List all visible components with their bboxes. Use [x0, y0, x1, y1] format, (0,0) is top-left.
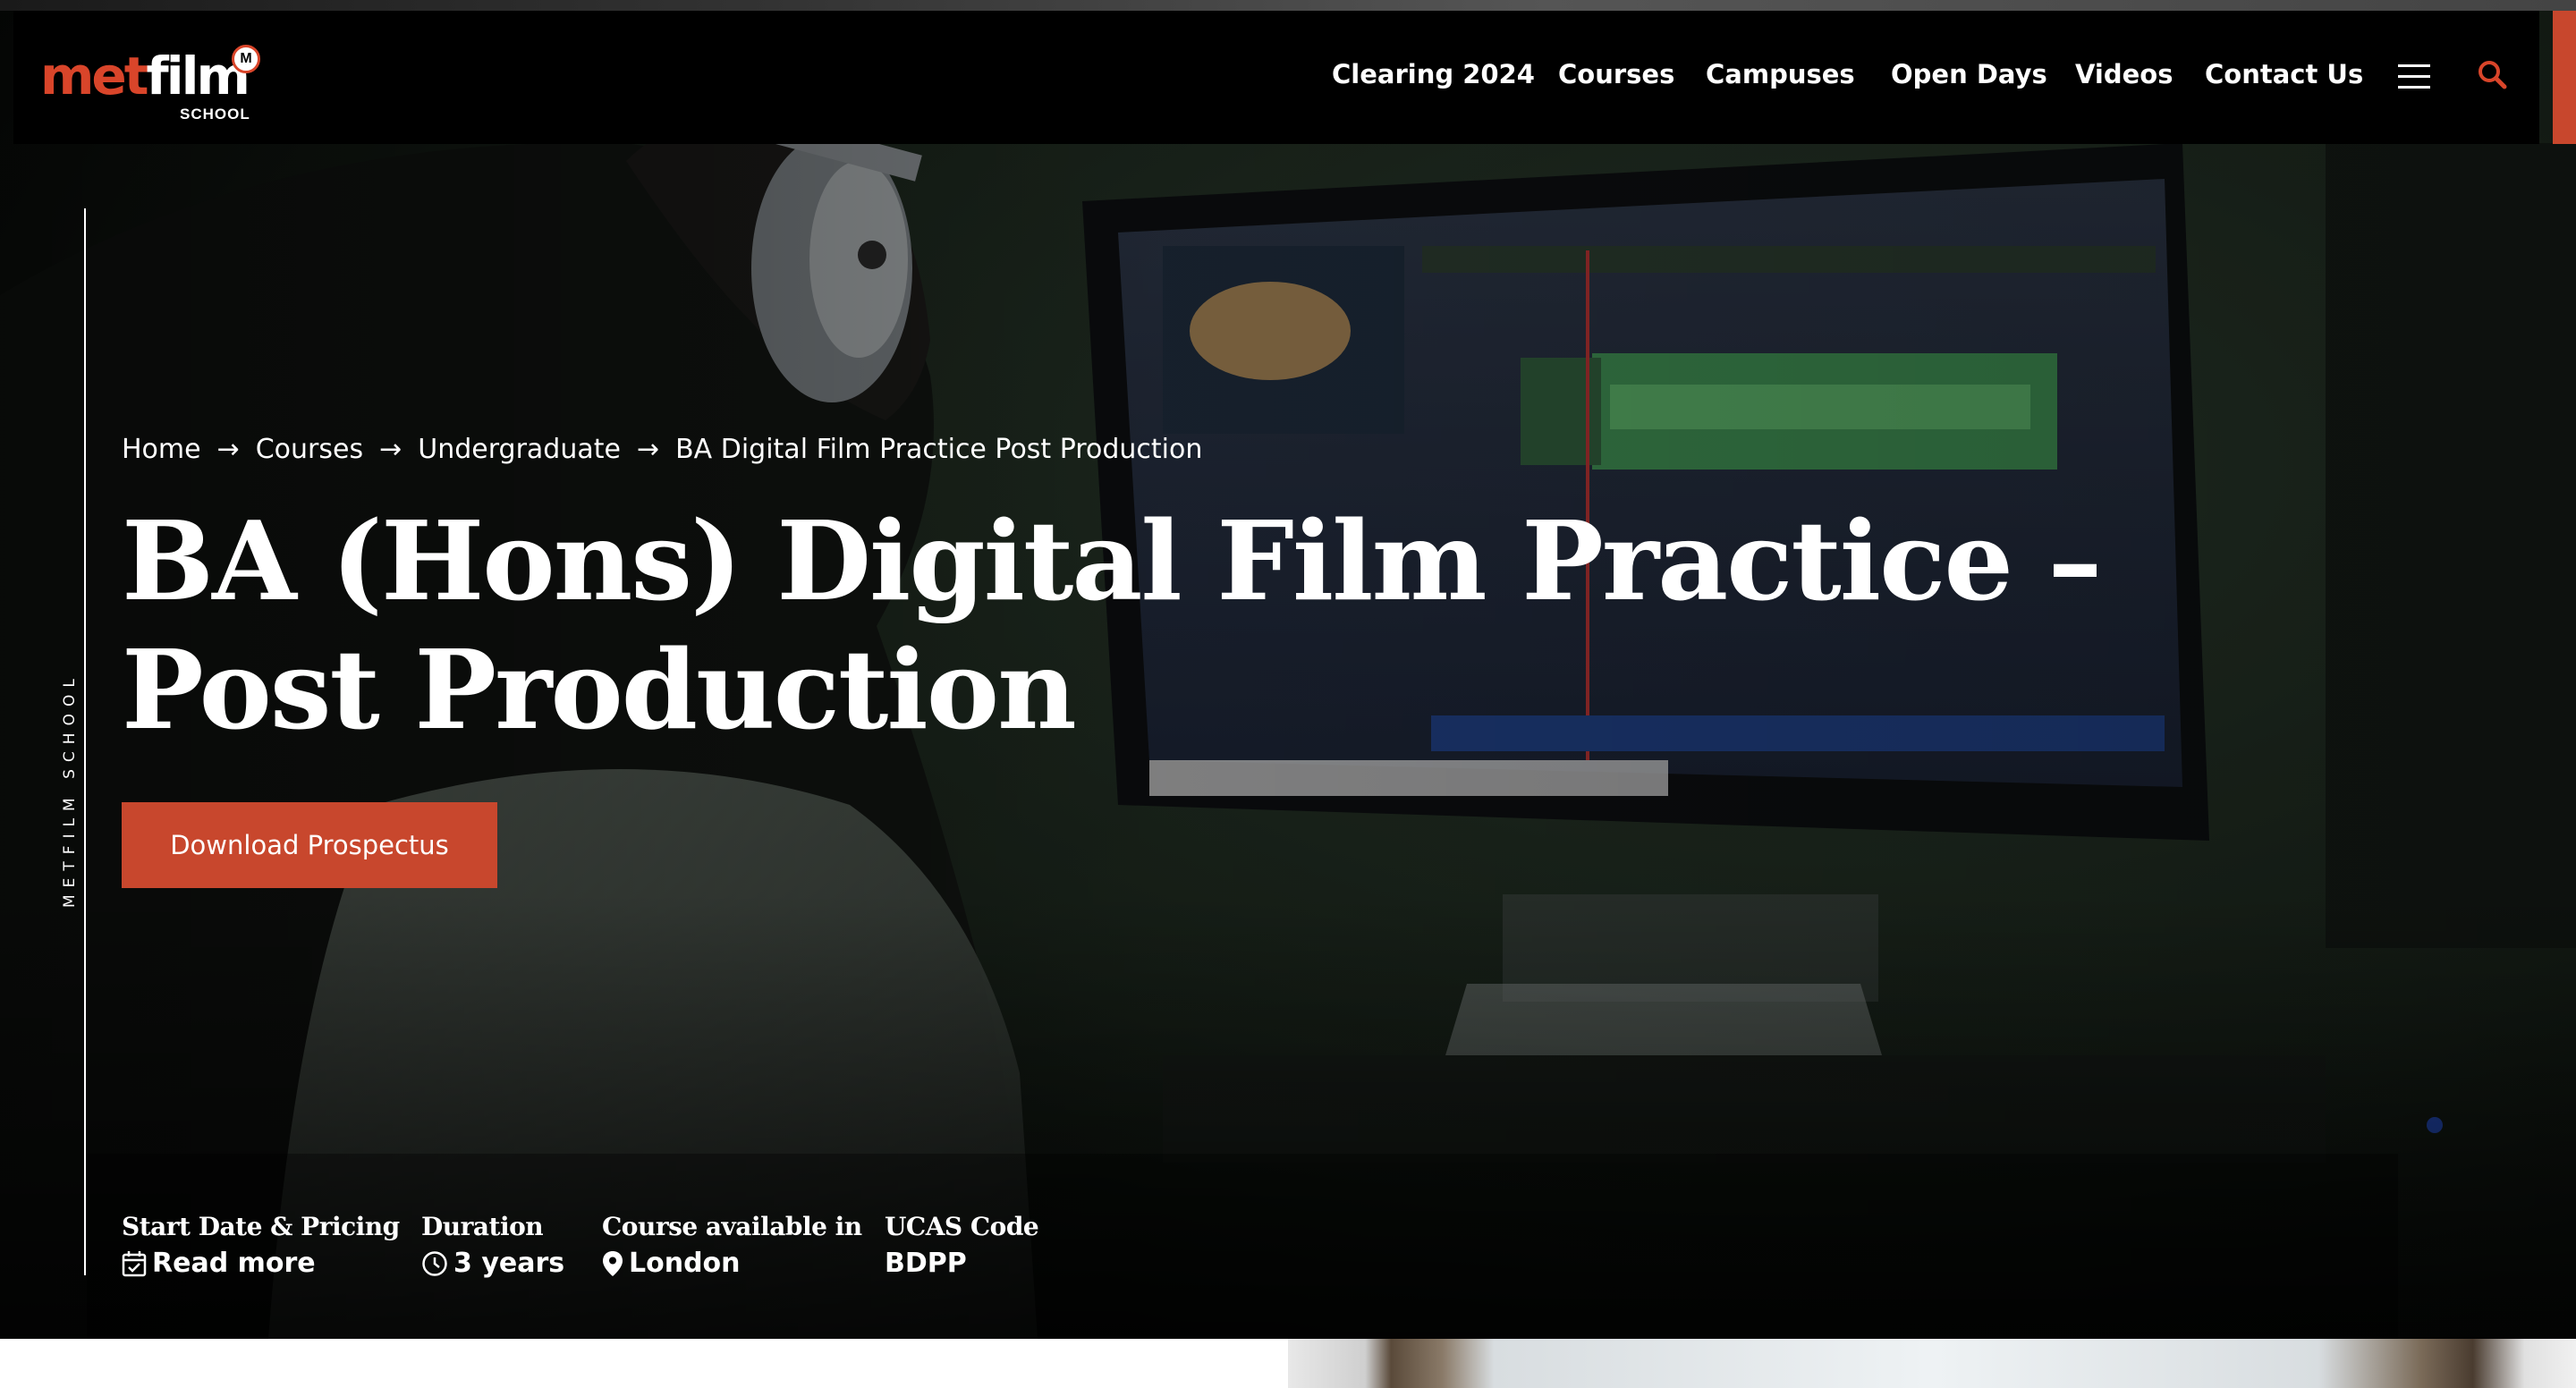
read-more-link[interactable]: Read more	[152, 1245, 316, 1282]
ucas-code-text: BDPP	[885, 1248, 967, 1279]
info-start-date-label: Start Date & Pricing	[122, 1212, 400, 1241]
info-duration-value: 3 years	[421, 1245, 564, 1282]
duration-text: 3 years	[453, 1248, 565, 1279]
header-accent-bar	[2553, 11, 2576, 144]
site-header: metfilm M SCHOOL Clearing 2024 Courses C…	[13, 11, 2539, 144]
page-title: BA (Hons) Digital Film Practice – Post P…	[122, 496, 2103, 754]
download-prospectus-button[interactable]: Download Prospectus	[122, 802, 497, 888]
nav-open-days[interactable]: Open Days	[1891, 59, 2047, 89]
info-location: Course available in London	[602, 1209, 862, 1282]
arrow-right-icon: →	[216, 434, 240, 465]
info-location-label: Course available in	[602, 1212, 862, 1241]
arrow-right-icon: →	[379, 434, 402, 465]
arrow-right-icon: →	[636, 434, 660, 465]
info-duration-label: Duration	[421, 1212, 544, 1241]
info-start-date-value: Read more	[122, 1245, 400, 1282]
side-vertical-label: METFILM SCHOOL	[61, 672, 79, 908]
calendar-check-icon	[122, 1251, 147, 1277]
logo-school: SCHOOL	[180, 106, 250, 123]
breadcrumb-courses[interactable]: Courses	[256, 434, 363, 465]
nav-campuses[interactable]: Campuses	[1706, 59, 1855, 89]
nav-contact-us[interactable]: Contact Us	[2205, 59, 2363, 89]
nav-clearing-2024[interactable]: Clearing 2024	[1332, 59, 1535, 89]
info-start-date: Start Date & Pricing Read more	[122, 1209, 400, 1282]
info-ucas-label: UCAS Code	[885, 1212, 1039, 1241]
top-strip	[0, 0, 2576, 11]
breadcrumb: Home → Courses → Undergraduate → BA Digi…	[122, 434, 1202, 465]
nav-videos[interactable]: Videos	[2075, 59, 2174, 89]
nav-courses[interactable]: Courses	[1558, 59, 1674, 89]
location-text: London	[629, 1248, 741, 1279]
map-pin-icon	[603, 1251, 623, 1276]
info-ucas: UCAS Code BDPP	[885, 1209, 1039, 1282]
info-location-value: London	[602, 1245, 862, 1282]
info-ucas-value: BDPP	[885, 1245, 1038, 1282]
hamburger-menu-icon[interactable]	[2398, 64, 2430, 89]
breadcrumb-current-page: BA Digital Film Practice Post Production	[675, 434, 1203, 465]
building-photo	[1288, 1339, 2576, 1388]
info-duration: Duration 3 years	[421, 1209, 564, 1282]
clock-icon	[422, 1251, 447, 1276]
breadcrumb-undergraduate[interactable]: Undergraduate	[418, 434, 621, 465]
breadcrumb-home[interactable]: Home	[122, 434, 201, 465]
main-navigation: Clearing 2024 Courses Campuses Open Days…	[13, 59, 2539, 95]
search-icon[interactable]	[2475, 57, 2511, 93]
side-divider-line	[84, 208, 86, 1275]
